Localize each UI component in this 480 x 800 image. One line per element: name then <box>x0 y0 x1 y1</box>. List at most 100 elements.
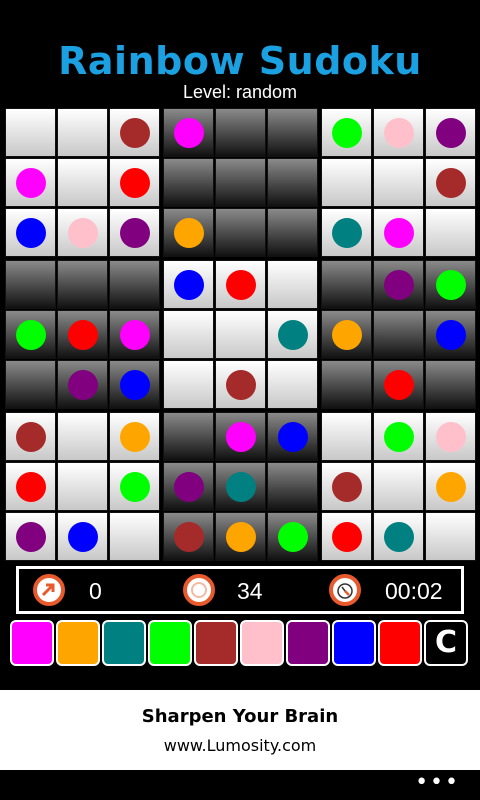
purple-dot <box>119 217 150 248</box>
board-cell[interactable] <box>109 360 160 409</box>
board-cell[interactable] <box>215 260 266 309</box>
board-cell[interactable] <box>163 158 214 207</box>
palette-pink-button[interactable] <box>240 620 284 666</box>
magenta-dot <box>173 117 204 148</box>
board-cell[interactable] <box>373 512 424 561</box>
board-cell[interactable] <box>57 208 108 257</box>
board-cell[interactable] <box>373 412 424 461</box>
board-cell[interactable] <box>57 462 108 511</box>
board-cell[interactable] <box>373 158 424 207</box>
board-cell[interactable] <box>5 108 56 157</box>
board-cell[interactable] <box>425 108 476 157</box>
board-cell[interactable] <box>5 310 56 359</box>
palette-blue-button[interactable] <box>332 620 376 666</box>
palette-purple-button[interactable] <box>286 620 330 666</box>
board-cell[interactable] <box>215 462 266 511</box>
board-cell[interactable] <box>321 260 372 309</box>
board-cell[interactable] <box>5 260 56 309</box>
clear-button[interactable]: C <box>424 620 468 666</box>
board-cell[interactable] <box>5 412 56 461</box>
board-cell[interactable] <box>215 512 266 561</box>
board-cell[interactable] <box>215 412 266 461</box>
board-cell[interactable] <box>163 208 214 257</box>
board-cell[interactable] <box>163 512 214 561</box>
appbar-more-button[interactable]: ••• <box>415 772 460 794</box>
board-cell[interactable] <box>57 512 108 561</box>
board-cell[interactable] <box>267 108 318 157</box>
board-cell[interactable] <box>321 360 372 409</box>
board-cell[interactable] <box>425 260 476 309</box>
board-cell[interactable] <box>321 462 372 511</box>
board-cell[interactable] <box>109 260 160 309</box>
board-cell[interactable] <box>321 310 372 359</box>
board-cell[interactable] <box>425 208 476 257</box>
board-cell[interactable] <box>5 462 56 511</box>
board-cell[interactable] <box>215 158 266 207</box>
board-cell[interactable] <box>321 108 372 157</box>
board-cell[interactable] <box>373 208 424 257</box>
board-cell[interactable] <box>267 462 318 511</box>
board-cell[interactable] <box>425 512 476 561</box>
status-bar: 0 34 00:02 <box>16 566 464 614</box>
board-cell[interactable] <box>425 158 476 207</box>
board-cell[interactable] <box>57 260 108 309</box>
board-cell[interactable] <box>57 412 108 461</box>
board-cell[interactable] <box>321 208 372 257</box>
board-cell[interactable] <box>321 512 372 561</box>
board-cell[interactable] <box>57 108 108 157</box>
board-cell[interactable] <box>163 360 214 409</box>
board-cell[interactable] <box>57 310 108 359</box>
magenta-dot <box>15 167 46 198</box>
board-cell[interactable] <box>109 208 160 257</box>
palette-brown-button[interactable] <box>194 620 238 666</box>
board-cell[interactable] <box>425 310 476 359</box>
board-cell[interactable] <box>267 158 318 207</box>
palette-teal-button[interactable] <box>102 620 146 666</box>
board-cell[interactable] <box>5 208 56 257</box>
brown-dot <box>435 167 466 198</box>
board-cell[interactable] <box>373 360 424 409</box>
board-cell[interactable] <box>109 108 160 157</box>
board-cell[interactable] <box>425 462 476 511</box>
board-cell[interactable] <box>57 158 108 207</box>
board-cell[interactable] <box>425 412 476 461</box>
board-cell[interactable] <box>109 158 160 207</box>
palette-magenta-button[interactable] <box>10 620 54 666</box>
board-cell[interactable] <box>215 310 266 359</box>
board-cell[interactable] <box>321 158 372 207</box>
board-cell[interactable] <box>267 260 318 309</box>
palette-orange-button[interactable] <box>56 620 100 666</box>
board-cell[interactable] <box>109 462 160 511</box>
board-cell[interactable] <box>5 158 56 207</box>
board-cell[interactable] <box>163 412 214 461</box>
board-cell[interactable] <box>267 208 318 257</box>
board-cell[interactable] <box>163 310 214 359</box>
board-cell[interactable] <box>215 108 266 157</box>
board-cell[interactable] <box>215 360 266 409</box>
board-cell[interactable] <box>425 360 476 409</box>
board-cell[interactable] <box>163 260 214 309</box>
board-cell[interactable] <box>267 310 318 359</box>
board-cell[interactable] <box>373 462 424 511</box>
board-cell[interactable] <box>109 512 160 561</box>
board-cell[interactable] <box>5 512 56 561</box>
board-cell[interactable] <box>267 360 318 409</box>
board-cell[interactable] <box>109 412 160 461</box>
board-cell[interactable] <box>215 208 266 257</box>
board-cell[interactable] <box>163 462 214 511</box>
board-cell[interactable] <box>109 310 160 359</box>
board-cell[interactable] <box>5 360 56 409</box>
board-cell[interactable] <box>267 412 318 461</box>
board-cell[interactable] <box>321 412 372 461</box>
ad-title: Sharpen Your Brain <box>141 706 339 727</box>
color-palette: C <box>10 620 472 666</box>
palette-red-button[interactable] <box>378 620 422 666</box>
board-cell[interactable] <box>373 310 424 359</box>
board-cell[interactable] <box>373 108 424 157</box>
palette-green-button[interactable] <box>148 620 192 666</box>
board-cell[interactable] <box>57 360 108 409</box>
board-cell[interactable] <box>267 512 318 561</box>
board-cell[interactable] <box>163 108 214 157</box>
ad-banner[interactable]: Sharpen Your Brain www.Lumosity.com <box>0 690 480 770</box>
board-cell[interactable] <box>373 260 424 309</box>
